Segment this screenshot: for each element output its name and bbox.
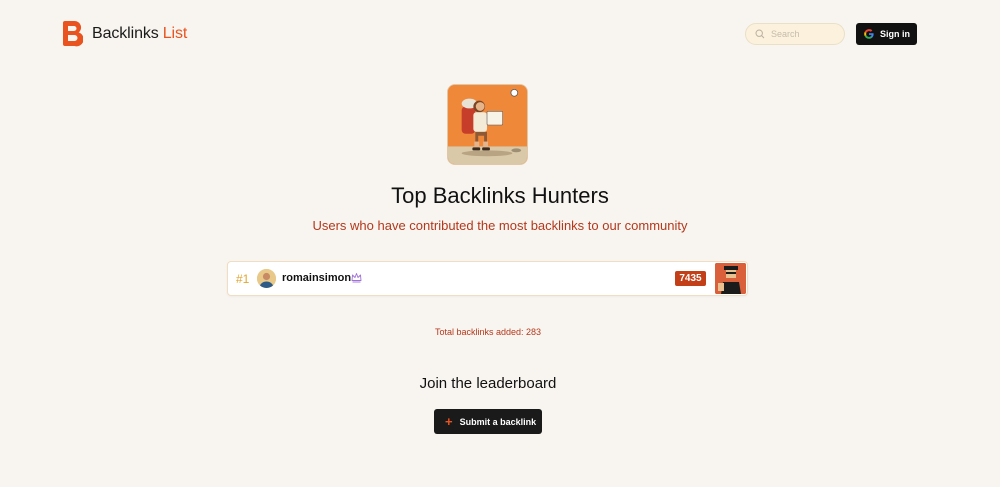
backlink-count-badge: 7435 [675,271,706,286]
submit-backlink-button[interactable]: + Submit a backlink [434,409,542,434]
join-heading: Join the leaderboard [419,375,557,392]
plus-icon: + [445,414,453,429]
logo[interactable]: Backlinks List [62,20,187,47]
crown-icon [351,273,362,283]
rank-label: #1 [236,272,250,286]
google-icon [864,29,874,39]
search-icon [755,29,765,39]
avatar[interactable] [257,269,276,288]
page-subtitle: Users who have contributed the most back… [312,218,688,233]
username[interactable]: romainsimon [282,272,351,284]
user-thumbnail[interactable] [715,263,746,294]
logo-accent: List [162,24,188,42]
total-backlinks: Total backlinks added: 283 [434,327,542,337]
sign-in-label: Sign in [880,29,910,39]
submit-backlink-label: Submit a backlink [459,416,537,427]
leaderboard-row[interactable]: #1 romainsimon 7435 [227,261,748,296]
sign-in-button[interactable]: Sign in [856,23,917,45]
hiker-illustration [447,84,528,165]
backlinks-logo-icon [63,20,83,47]
search-input[interactable]: Search [745,23,845,45]
header: Backlinks List Search Sign in [0,0,1000,68]
page-title: Top Backlinks Hunters [391,183,609,208]
logo-text: Backlinks List [92,24,188,42]
search-placeholder: Search [771,29,800,39]
